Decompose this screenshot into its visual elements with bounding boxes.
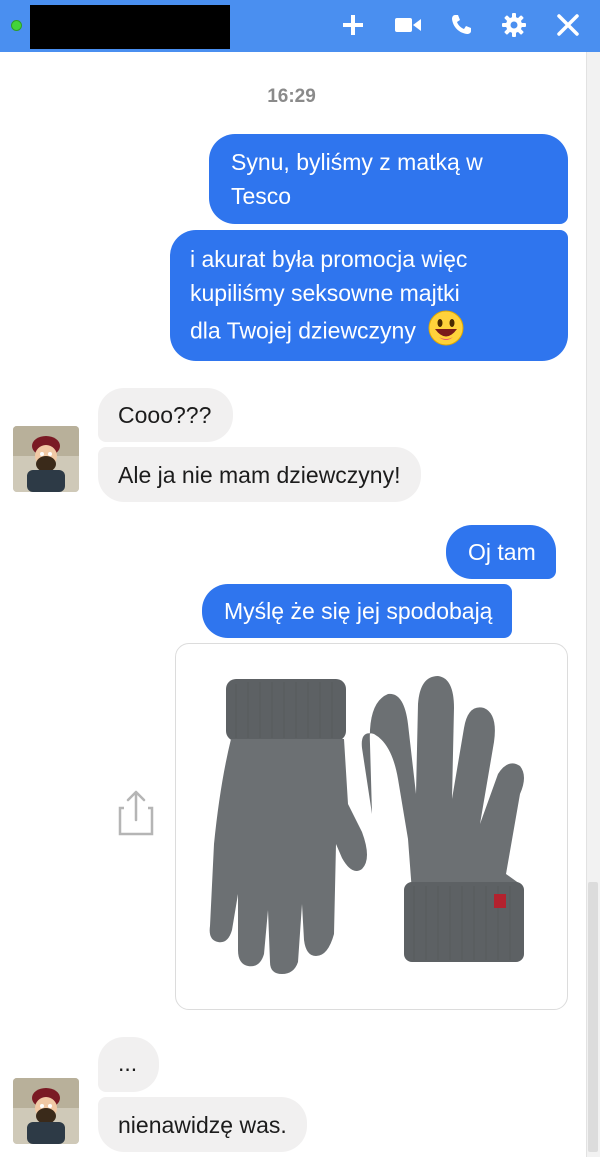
outgoing-message[interactable]: Myślę że się jej spodobają [202,584,513,638]
gloves-image-attachment[interactable] [175,643,568,1010]
incoming-message[interactable]: ... [98,1037,160,1092]
scrollbar-track[interactable] [586,52,600,1157]
incoming-message[interactable]: nienawidzę was. [98,1097,307,1152]
message-timestamp: 16:29 [267,86,316,107]
outgoing-message[interactable]: i akurat była promocja więc kupiliśmy se… [170,230,568,361]
video-camera-icon[interactable] [393,10,423,40]
incoming-message[interactable]: Cooo??? [98,388,234,442]
message-line: i akurat była promocja więc [190,246,468,272]
gear-icon[interactable] [499,10,529,40]
outgoing-message[interactable]: Synu, byliśmy z matką w Tesco [209,134,568,224]
message-line: Tesco [231,183,292,209]
contact-name-redacted[interactable] [30,5,230,49]
grey-knitted-gloves-image [209,676,524,974]
phone-icon[interactable] [446,10,476,40]
contact-avatar[interactable] [13,426,79,492]
close-icon[interactable] [553,10,583,40]
contact-avatar[interactable] [13,1078,79,1144]
plus-icon[interactable] [338,10,368,40]
scrollbar-thumb[interactable] [588,882,598,1152]
online-status-icon [11,20,22,31]
outgoing-message[interactable]: Oj tam [446,525,556,579]
incoming-message[interactable]: Ale ja nie mam dziewczyny! [98,447,421,502]
share-icon[interactable] [116,788,156,836]
message-line: Synu, byliśmy z matką w [231,149,483,175]
chat-header [0,0,600,52]
message-line: dla Twojej dziewczyny [190,317,416,344]
smiling-face-emoji [428,310,464,355]
message-line: kupiliśmy seksowne majtki [190,280,460,306]
